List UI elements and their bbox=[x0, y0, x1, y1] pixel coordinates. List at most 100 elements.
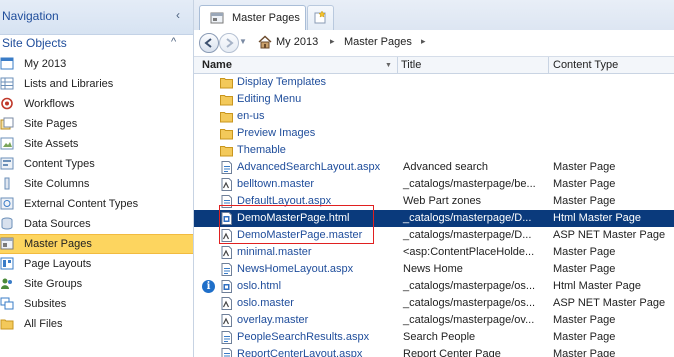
file-content-type: Master Page bbox=[553, 178, 616, 190]
file-name[interactable]: oslo.html bbox=[237, 280, 281, 292]
aspx-file-icon bbox=[221, 195, 232, 208]
sidebar-item-label: All Files bbox=[24, 318, 63, 330]
forward-button[interactable] bbox=[219, 33, 239, 53]
table-row[interactable]: minimal.master <asp:ContentPlaceHolde... M… bbox=[194, 244, 674, 261]
sidebar-item-label: Master Pages bbox=[24, 238, 92, 250]
collapse-icon[interactable]: ‹ bbox=[171, 8, 185, 22]
master-pages-icon bbox=[0, 237, 14, 250]
file-content-type: Html Master Page bbox=[553, 280, 642, 292]
master-file-icon bbox=[221, 229, 232, 242]
html-file-icon bbox=[221, 280, 232, 293]
sidebar-item-page-layouts[interactable]: Page Layouts bbox=[0, 254, 193, 274]
table-row[interactable]: NewsHomeLayout.aspx News Home Master Page bbox=[194, 261, 674, 278]
sidebar-item-label: Site Columns bbox=[24, 178, 90, 190]
file-name[interactable]: minimal.master bbox=[237, 246, 312, 258]
table-row[interactable]: DefaultLayout.aspx Web Part zones Master P… bbox=[194, 193, 674, 210]
sidebar-item-workflows[interactable]: Workflows bbox=[0, 94, 193, 114]
file-name[interactable]: DemoMasterPage.html bbox=[237, 212, 350, 224]
sidebar-item-lists-and-libraries[interactable]: Lists and Libraries bbox=[0, 74, 193, 94]
breadcrumb-separator-icon[interactable]: ▸ bbox=[330, 36, 335, 47]
table-row[interactable]: DemoMasterPage.master _catalogs/masterpag… bbox=[194, 227, 674, 244]
column-header-title[interactable]: Title bbox=[401, 57, 541, 73]
table-row[interactable]: i oslo.html _catalogs/masterpage/os... Html… bbox=[194, 278, 674, 295]
file-name[interactable]: Editing Menu bbox=[237, 93, 301, 105]
sidebar-item-site-columns[interactable]: Site Columns bbox=[0, 174, 193, 194]
breadcrumb-separator-icon[interactable]: ▸ bbox=[421, 36, 426, 47]
file-name[interactable]: belltown.master bbox=[237, 178, 314, 190]
folder-icon bbox=[220, 146, 233, 157]
aspx-file-icon bbox=[221, 348, 232, 357]
file-title: Advanced search bbox=[403, 161, 488, 173]
table-header: Name ▼ Title Content Type bbox=[194, 57, 674, 74]
file-title: Web Part zones bbox=[403, 195, 482, 207]
history-dropdown-icon[interactable]: ▼ bbox=[239, 37, 247, 46]
file-content-type: Master Page bbox=[553, 246, 616, 258]
table-row[interactable]: Preview Images bbox=[194, 125, 674, 142]
info-icon[interactable]: i bbox=[202, 280, 215, 293]
navigation-pane: Navigation ‹ Site Objects ^ My 2013 Lists… bbox=[0, 0, 194, 357]
sidebar-item-subsites[interactable]: Subsites bbox=[0, 294, 193, 314]
sidebar-item-my-2013[interactable]: My 2013 bbox=[0, 54, 193, 74]
file-name[interactable]: oslo.master bbox=[237, 297, 294, 309]
sidebar-item-site-pages[interactable]: Site Pages bbox=[0, 114, 193, 134]
site-objects-title[interactable]: Site Objects bbox=[2, 36, 67, 50]
file-name[interactable]: Themable bbox=[237, 144, 286, 156]
new-tab-button[interactable] bbox=[307, 5, 334, 30]
sidebar-item-external-content-types[interactable]: External Content Types bbox=[0, 194, 193, 214]
table-row[interactable]: belltown.master _catalogs/masterpage/be..… bbox=[194, 176, 674, 193]
sidebar-item-site-groups[interactable]: Site Groups bbox=[0, 274, 193, 294]
file-name[interactable]: en-us bbox=[237, 110, 265, 122]
breadcrumb-my-2013[interactable]: My 2013 bbox=[276, 36, 318, 48]
subsites-icon bbox=[0, 297, 14, 310]
home-icon[interactable] bbox=[258, 35, 272, 49]
list-icon bbox=[0, 77, 14, 90]
back-button[interactable] bbox=[199, 33, 219, 53]
sidebar-item-master-pages[interactable]: Master Pages bbox=[0, 234, 193, 254]
file-title: _catalogs/masterpage/be... bbox=[403, 178, 536, 190]
master-file-icon bbox=[221, 246, 232, 259]
aspx-file-icon bbox=[221, 263, 232, 276]
file-name[interactable]: Display Templates bbox=[237, 76, 326, 88]
table-row[interactable]: overlay.master _catalogs/masterpage/ov...… bbox=[194, 312, 674, 329]
table-row[interactable]: oslo.master _catalogs/masterpage/os... ASP… bbox=[194, 295, 674, 312]
file-content-type: Master Page bbox=[553, 263, 616, 275]
table-row[interactable]: Display Templates bbox=[194, 74, 674, 91]
column-header-name[interactable]: Name bbox=[202, 57, 392, 73]
page-layouts-icon bbox=[0, 257, 14, 270]
column-divider[interactable] bbox=[397, 57, 398, 73]
table-row[interactable]: en-us bbox=[194, 108, 674, 125]
pages-icon bbox=[0, 117, 14, 130]
file-name[interactable]: Preview Images bbox=[237, 127, 315, 139]
site-icon bbox=[0, 57, 14, 70]
table-row[interactable]: DemoMasterPage.html _catalogs/masterpage/… bbox=[194, 210, 674, 227]
table-row[interactable]: AdvancedSearchLayout.aspx Advanced search… bbox=[194, 159, 674, 176]
workflow-icon bbox=[1, 97, 13, 110]
file-name[interactable]: overlay.master bbox=[237, 314, 308, 326]
table-row[interactable]: ReportCenterLayout.aspx Report Center Pag… bbox=[194, 346, 674, 357]
tab-master-pages[interactable]: Master Pages bbox=[199, 5, 306, 31]
column-divider[interactable] bbox=[548, 57, 549, 73]
file-content-type: Master Page bbox=[553, 348, 616, 357]
folder-icon bbox=[220, 112, 233, 123]
file-name[interactable]: DefaultLayout.aspx bbox=[237, 195, 331, 207]
file-title: _catalogs/masterpage/os... bbox=[403, 280, 536, 292]
file-name[interactable]: AdvancedSearchLayout.aspx bbox=[237, 161, 380, 173]
folder-icon bbox=[220, 78, 233, 89]
chevron-up-icon[interactable]: ^ bbox=[171, 36, 176, 48]
file-name[interactable]: NewsHomeLayout.aspx bbox=[237, 263, 353, 275]
sidebar-item-all-files[interactable]: All Files bbox=[0, 314, 193, 334]
column-header-content-type[interactable]: Content Type bbox=[553, 57, 673, 73]
table-row[interactable]: Editing Menu bbox=[194, 91, 674, 108]
sidebar-item-content-types[interactable]: Content Types bbox=[0, 154, 193, 174]
sidebar-item-data-sources[interactable]: Data Sources bbox=[0, 214, 193, 234]
file-content-type: Master Page bbox=[553, 161, 616, 173]
file-name[interactable]: PeopleSearchResults.aspx bbox=[237, 331, 369, 343]
site-objects-list: My 2013 Lists and Libraries Workflows Site … bbox=[0, 54, 193, 334]
breadcrumb-master-pages[interactable]: Master Pages bbox=[344, 36, 412, 48]
sidebar-item-label: Page Layouts bbox=[24, 258, 92, 270]
file-name[interactable]: ReportCenterLayout.aspx bbox=[237, 348, 362, 357]
table-row[interactable]: Themable bbox=[194, 142, 674, 159]
table-row[interactable]: PeopleSearchResults.aspx Search People Mas… bbox=[194, 329, 674, 346]
file-name[interactable]: DemoMasterPage.master bbox=[237, 229, 362, 241]
sidebar-item-site-assets[interactable]: Site Assets bbox=[0, 134, 193, 154]
